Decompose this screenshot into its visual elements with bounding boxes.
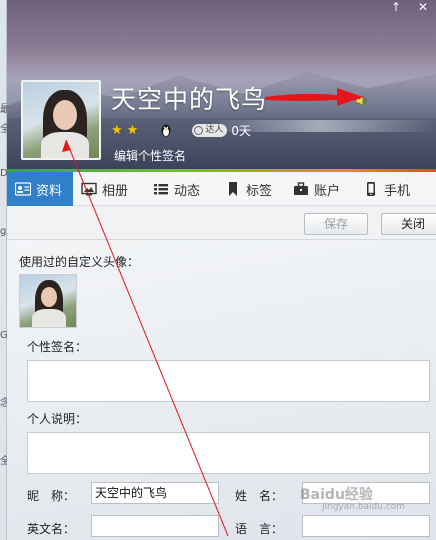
signature-textarea[interactable] (27, 360, 430, 402)
tab-phone[interactable]: 手机 (355, 172, 435, 206)
phone-icon (367, 182, 375, 196)
english-name-input[interactable] (91, 515, 219, 537)
tab-label: 标签 (246, 183, 273, 199)
penguin-icon[interactable] (160, 123, 172, 137)
daren-label: 达人 (205, 124, 224, 135)
thumb-face (41, 287, 57, 307)
surname-label: 姓 名： (235, 489, 284, 503)
tab-label: 动态 (174, 183, 201, 199)
avatar[interactable] (21, 80, 101, 160)
tab-profile[interactable]: 资料 (7, 172, 73, 206)
signature-label: 个性签名： (27, 340, 88, 354)
tab-label: 手机 (384, 183, 411, 199)
photo-album-icon (81, 182, 97, 196)
avatar-body (41, 132, 89, 158)
background-char: g (0, 226, 7, 237)
briefcase-icon (294, 182, 308, 195)
english-name-label: 英文名： (27, 522, 76, 536)
save-button[interactable]: 保存 (304, 213, 368, 235)
thumb-body (32, 309, 66, 327)
bookmark-icon (229, 182, 237, 196)
profile-card-icon (15, 182, 31, 196)
baidu-watermark-url: jingyan.baidu.com (322, 502, 406, 512)
nickname-label: 昵 称： (27, 489, 76, 503)
profile-header: ↑ ✕ 天空中的飞鸟 ★ ★ 达人 0天 编辑个性签名 (7, 0, 436, 172)
background-window-edge: 最 全 D g G 念 全 (0, 0, 10, 540)
tab-label: 相册 (102, 183, 129, 199)
online-days: 0天 (231, 123, 251, 138)
annotation-arrow (265, 88, 363, 106)
tab-feed[interactable]: 动态 (145, 172, 217, 206)
used-avatar-thumbnail[interactable] (19, 274, 77, 328)
level-row: ★ ★ 达人 0天 (111, 121, 251, 139)
edit-signature-link[interactable]: 编辑个性签名 (114, 147, 186, 164)
action-toolbar: 保存 关闭 (7, 206, 436, 240)
profile-nickname: 天空中的飞鸟 (111, 85, 268, 114)
used-avatar-label: 使用过的自定义头像： (19, 255, 140, 269)
description-label: 个人说明： (27, 412, 88, 426)
tab-label: 资料 (36, 183, 63, 199)
tab-tags[interactable]: 标签 (217, 172, 285, 206)
daren-icon (194, 125, 204, 135)
level-star-icon: ★ (126, 122, 139, 138)
upload-arrow-icon[interactable]: ↑ (388, 0, 404, 14)
language-label: 语 言： (235, 522, 284, 536)
tab-bar: 资料 相册 动态 标签 账户 手机 (7, 172, 436, 206)
description-textarea[interactable] (27, 432, 430, 474)
avatar-face (53, 100, 77, 130)
window-close-icon[interactable]: ✕ (415, 0, 431, 14)
tab-label: 账户 (314, 183, 341, 199)
level-star-icon: ★ (111, 122, 123, 138)
feed-list-icon (154, 184, 168, 195)
daren-badge[interactable]: 达人 (192, 123, 228, 137)
tab-account[interactable]: 账户 (285, 172, 355, 206)
language-input[interactable] (302, 515, 430, 537)
close-button[interactable]: 关闭 (381, 213, 436, 235)
nickname-input[interactable]: 天空中的飞鸟 (91, 482, 219, 504)
tab-album[interactable]: 相册 (73, 172, 145, 206)
baidu-watermark: Baidu经验 (300, 487, 373, 503)
